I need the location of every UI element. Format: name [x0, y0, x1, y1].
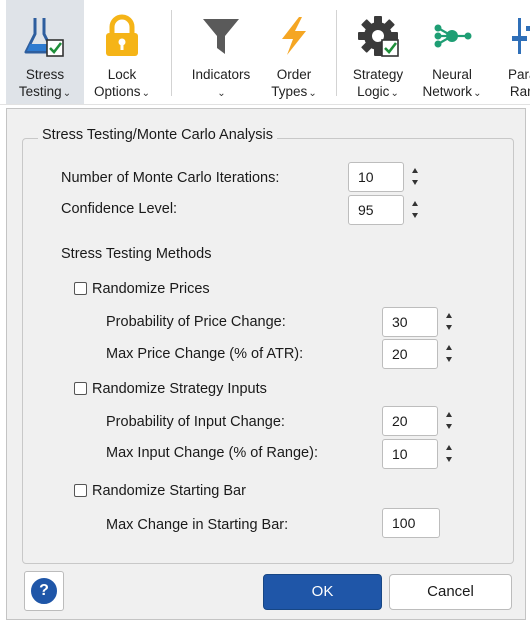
chevron-down-icon: ⌄ — [62, 88, 72, 99]
indicators-button[interactable]: Indicators ⌄ — [182, 0, 260, 104]
neural-network-button[interactable]: Neural Network⌄ — [416, 0, 488, 104]
chevron-down-icon: ⌄ — [217, 88, 226, 99]
max-price-change-label: Max Price Change (% of ATR): — [106, 346, 304, 362]
max-start-change-label: Max Change in Starting Bar: — [106, 517, 289, 533]
checkbox-box[interactable] — [74, 382, 87, 395]
spin-down-icon[interactable] — [446, 325, 452, 330]
randomize-start-label: Randomize Starting Bar — [92, 483, 246, 499]
strategy-logic-button[interactable]: Strategy Logic⌄ — [342, 0, 414, 104]
max-input-change-label: Max Input Change (% of Range): — [106, 445, 318, 461]
confidence-input[interactable]: 95 — [348, 195, 404, 225]
randomize-inputs-label: Randomize Strategy Inputs — [92, 381, 267, 397]
checkbox-box[interactable] — [74, 282, 87, 295]
help-icon[interactable]: ? — [31, 578, 57, 604]
spin-down-icon[interactable] — [412, 180, 418, 185]
confidence-spinner[interactable]: 95 — [348, 195, 430, 225]
spin-down-icon[interactable] — [446, 457, 452, 462]
filter-icon — [203, 19, 239, 54]
max-input-change-input[interactable]: 10 — [382, 439, 438, 469]
input-probability-label: Probability of Input Change: — [106, 414, 285, 430]
spin-down-icon[interactable] — [412, 213, 418, 218]
price-probability-spinner[interactable]: 30 — [382, 307, 464, 337]
input-probability-spinner[interactable]: 20 — [382, 406, 464, 436]
iterations-label: Number of Monte Carlo Iterations: — [61, 170, 280, 186]
checkbox-box[interactable] — [74, 484, 87, 497]
spin-up-icon[interactable] — [446, 345, 452, 350]
chevron-down-icon: ⌄ — [308, 88, 317, 99]
chevron-down-icon: ⌄ — [390, 88, 399, 99]
confidence-label: Confidence Level: — [61, 201, 178, 217]
order-types-button[interactable]: Order Types⌄ — [262, 0, 326, 104]
stress-testing-label: Stress — [25, 67, 65, 82]
lightning-icon — [282, 17, 306, 55]
max-price-change-spinner[interactable]: 20 — [382, 339, 464, 369]
cancel-button[interactable]: Cancel — [389, 574, 512, 610]
max-input-change-spinner[interactable]: 10 — [382, 439, 464, 469]
iterations-input[interactable]: 10 — [348, 162, 404, 192]
methods-heading: Stress Testing Methods — [61, 246, 212, 262]
gear-icon — [358, 16, 399, 57]
randomize-prices-label: Randomize Prices — [92, 281, 210, 297]
parameter-ranges-button[interactable]: Paran Rang — [490, 0, 530, 104]
spin-up-icon[interactable] — [412, 201, 418, 206]
max-price-change-input[interactable]: 20 — [382, 339, 438, 369]
stress-testing-button[interactable]: Stress Testing⌄ — [6, 0, 84, 104]
toolbar-separator — [171, 10, 172, 96]
spin-up-icon[interactable] — [412, 168, 418, 173]
spin-up-icon[interactable] — [446, 412, 452, 417]
spin-down-icon[interactable] — [446, 357, 452, 362]
toolbar-separator — [336, 10, 337, 96]
ok-button[interactable]: OK — [263, 574, 382, 610]
chevron-down-icon: ⌄ — [141, 88, 150, 99]
parameters-icon — [512, 18, 530, 54]
lock-icon — [106, 14, 138, 56]
neural-network-icon — [434, 24, 472, 48]
spin-down-icon[interactable] — [446, 424, 452, 429]
ribbon-toolbar: Stress Testing⌄ Lock Options⌄ Indicators… — [0, 0, 530, 105]
spin-up-icon[interactable] — [446, 313, 452, 318]
price-probability-label: Probability of Price Change: — [106, 314, 286, 330]
spin-up-icon[interactable] — [446, 445, 452, 450]
flask-icon — [24, 18, 64, 57]
chevron-down-icon: ⌄ — [473, 88, 482, 99]
input-probability-input[interactable]: 20 — [382, 406, 438, 436]
iterations-spinner[interactable]: 10 — [348, 162, 430, 192]
groupbox-title: Stress Testing/Monte Carlo Analysis — [38, 124, 278, 146]
price-probability-input[interactable]: 30 — [382, 307, 438, 337]
lock-options-button[interactable]: Lock Options⌄ — [86, 0, 158, 104]
max-start-change-input[interactable]: 100 — [382, 508, 440, 538]
